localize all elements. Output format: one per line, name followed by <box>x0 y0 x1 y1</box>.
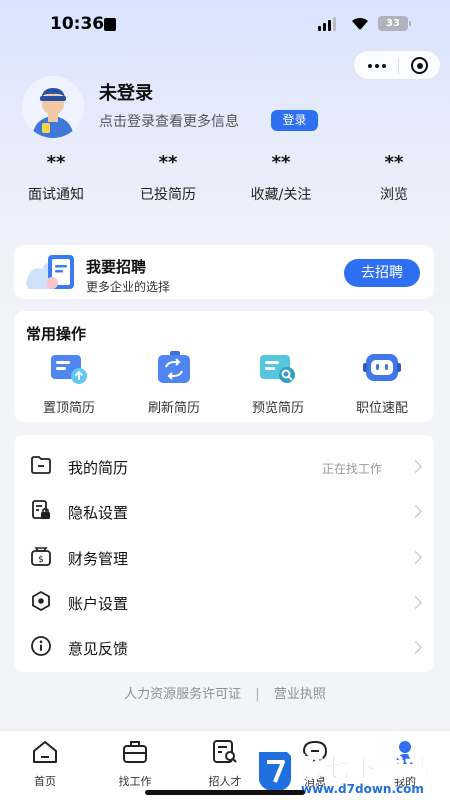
common-ops-card: 常用操作 置顶简历 刷新简历 预览简历 职位速配 <box>14 311 434 422</box>
stat-label: 面试通知 <box>28 187 84 203</box>
recruit-title: 我要招聘 <box>86 258 147 276</box>
menu-item-account[interactable]: 账户设置 <box>14 576 434 621</box>
info-circle-icon <box>31 636 51 656</box>
chevron-right-icon <box>409 596 422 609</box>
chevron-right-icon <box>409 505 422 518</box>
battery-icon: 33 <box>378 16 411 31</box>
footer-separator: | <box>255 687 260 702</box>
folder-icon <box>31 456 51 474</box>
wallet-icon: $ <box>31 547 51 566</box>
stat-label: 已投简历 <box>140 187 196 203</box>
home-icon <box>33 741 57 763</box>
login-hint[interactable]: 点击登录查看更多信息 <box>99 111 239 131</box>
status-time: 10:36 <box>50 14 105 34</box>
stat-value: ** <box>384 152 404 173</box>
op-label: 置顶简历 <box>42 401 95 416</box>
stat-applied[interactable]: ** 已投简历 <box>112 150 224 204</box>
status-bar: 10:36 33 <box>0 0 450 48</box>
go-recruit-button[interactable]: 去招聘 <box>344 259 420 287</box>
chevron-right-icon <box>409 641 422 654</box>
menu-label: 我的简历 <box>68 459 129 477</box>
menu-label: 隐私设置 <box>68 504 129 522</box>
home-indicator[interactable] <box>145 790 305 795</box>
watermark-logo-icon <box>259 752 291 792</box>
op-top-resume[interactable]: 置顶简历 <box>19 351 119 416</box>
menu-item-my-resume[interactable]: 我的简历 正在找工作 <box>14 440 434 485</box>
refresh-resume-icon <box>158 351 190 383</box>
op-label: 预览简历 <box>251 401 304 416</box>
signal-icon <box>318 17 336 31</box>
briefcase-icon <box>123 741 147 763</box>
stat-value: ** <box>158 152 178 173</box>
svg-text:$: $ <box>38 555 44 565</box>
stat-views[interactable]: ** 浏览 <box>338 150 450 204</box>
recruit-subtitle: 更多企业的选择 <box>86 280 171 294</box>
stats-row: ** 面试通知 ** 已投简历 ** 收藏/关注 ** 浏览 <box>0 150 450 210</box>
stat-label: 收藏/关注 <box>250 187 312 203</box>
more-icon[interactable] <box>368 64 386 68</box>
watermark-url: www.d7down.com <box>301 782 424 796</box>
avatar[interactable] <box>22 76 84 138</box>
menu-item-finance[interactable]: $ 财务管理 <box>14 531 434 576</box>
stat-favorites[interactable]: ** 收藏/关注 <box>225 150 337 204</box>
stat-value: ** <box>46 152 66 173</box>
lock-icon <box>104 18 116 31</box>
tab-find-job[interactable]: 找工作 <box>90 739 180 789</box>
wifi-icon <box>352 17 368 30</box>
menu-item-feedback[interactable]: 意见反馈 <box>14 621 434 666</box>
footer-links: 人力资源服务许可证 | 营业执照 <box>0 683 450 702</box>
chevron-right-icon <box>409 460 422 473</box>
miniprogram-capsule[interactable] <box>353 50 441 80</box>
op-job-match[interactable]: 职位速配 <box>332 351 432 416</box>
search-document-icon <box>213 740 237 763</box>
stat-label: 浏览 <box>380 187 408 203</box>
menu-item-privacy[interactable]: 隐私设置 <box>14 485 434 530</box>
ops-title: 常用操作 <box>26 325 87 343</box>
hr-license-link[interactable]: 人力资源服务许可证 <box>124 687 241 702</box>
tab-label: 首页 <box>34 775 56 788</box>
menu-label: 账户设置 <box>68 595 129 613</box>
op-preview-resume[interactable]: 预览简历 <box>228 351 328 416</box>
hexagon-settings-icon <box>32 590 50 612</box>
tab-label: 找工作 <box>118 775 152 788</box>
privacy-lock-icon <box>32 500 50 519</box>
stat-interview[interactable]: ** 面试通知 <box>0 150 112 204</box>
preview-resume-icon <box>260 355 295 383</box>
watermark-title: 第七下载站 <box>296 754 433 785</box>
chevron-right-icon <box>409 551 422 564</box>
close-target-icon[interactable] <box>411 57 428 74</box>
op-label: 刷新简历 <box>147 401 200 416</box>
business-license-link[interactable]: 营业执照 <box>274 687 326 702</box>
stat-value: ** <box>271 152 291 173</box>
capsule-divider <box>398 58 399 74</box>
tab-home[interactable]: 首页 <box>0 739 90 789</box>
user-name[interactable]: 未登录 <box>99 79 153 105</box>
op-label: 职位速配 <box>355 401 408 416</box>
recruit-icon <box>26 255 74 289</box>
job-match-icon <box>363 354 401 381</box>
login-button[interactable]: 登录 <box>271 110 318 131</box>
menu-label: 意见反馈 <box>68 640 129 658</box>
avatar-illustration <box>22 76 84 138</box>
op-refresh-resume[interactable]: 刷新简历 <box>124 351 224 416</box>
settings-menu: 我的简历 正在找工作 隐私设置 $ 财务管理 账户设置 意见反馈 <box>14 435 434 672</box>
job-status-text: 正在找工作 <box>321 462 382 476</box>
resume-top-icon <box>51 355 87 384</box>
recruit-card[interactable]: 我要招聘 更多企业的选择 去招聘 <box>14 245 434 299</box>
menu-label: 财务管理 <box>68 550 129 568</box>
